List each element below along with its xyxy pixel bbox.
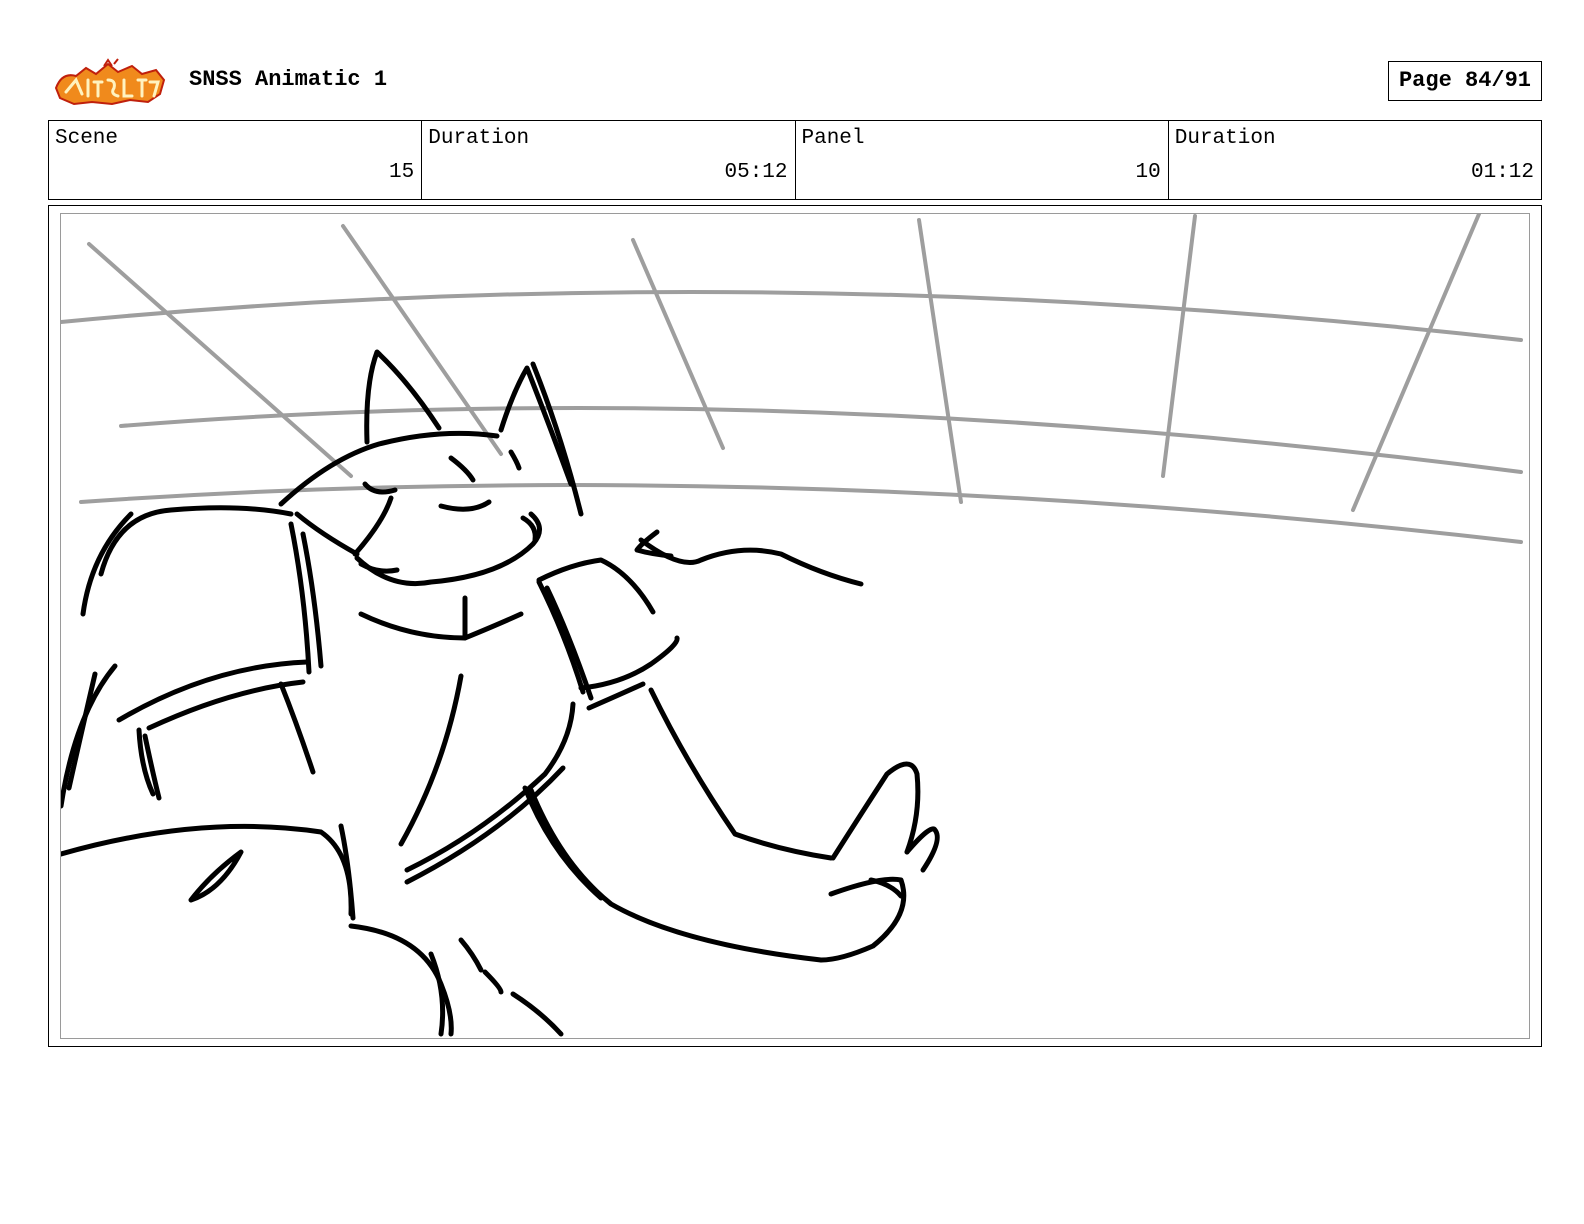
panel-label: Panel	[801, 127, 865, 150]
scene-duration-label: Duration	[428, 127, 530, 150]
show-logo	[54, 58, 166, 106]
scene-cell: Scene 15	[49, 121, 423, 199]
project-title: SNSS Animatic 1	[189, 67, 388, 92]
scene-duration-cell: Duration 05:12	[422, 121, 796, 199]
storyboard-panel-safe-area	[60, 213, 1530, 1039]
storyboard-panel-frame	[48, 205, 1542, 1047]
panel-duration-value: 01:12	[1470, 161, 1534, 184]
scene-duration-value: 05:12	[724, 161, 788, 184]
scene-number: 15	[389, 161, 415, 184]
panel-info-table: Scene 15 Duration 05:12 Panel 10 Duratio…	[48, 120, 1542, 200]
panel-cell: Panel 10	[796, 121, 1169, 199]
scene-label: Scene	[55, 127, 119, 150]
panel-duration-label: Duration	[1174, 127, 1276, 150]
background-grid	[61, 214, 1523, 544]
storyboard-sketch	[61, 214, 1523, 1037]
page-indicator: Page 84/91	[1388, 61, 1542, 101]
panel-number: 10	[1135, 161, 1161, 184]
panel-duration-cell: Duration 01:12	[1169, 121, 1541, 199]
